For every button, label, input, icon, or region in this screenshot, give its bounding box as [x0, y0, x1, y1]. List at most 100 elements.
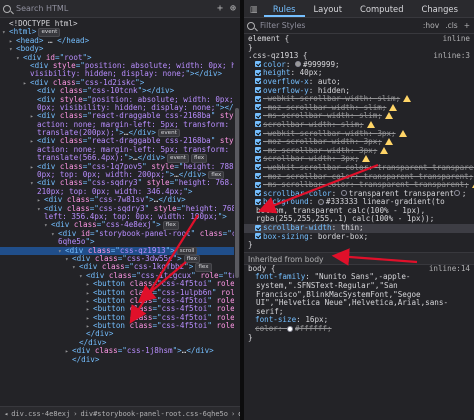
declaration-checkbox[interactable] [255, 87, 261, 94]
node-text: … [43, 35, 58, 45]
rule-source[interactable]: inline:14 [429, 264, 470, 274]
element-rule: element { inline [244, 34, 474, 44]
tag-text: "> [217, 211, 227, 221]
attr-value: storybook-panel-root [99, 228, 191, 238]
warning-icon[interactable] [384, 138, 393, 146]
attr-name: class [129, 321, 153, 331]
tree-node[interactable]: ▸<button class="css-4f5toi" role="tab">e… [0, 321, 240, 331]
filter-styles: Filter Styles :hov .cls + [244, 18, 474, 34]
property-value[interactable]: #ffffff [295, 324, 327, 333]
tag-text: </div> [186, 346, 214, 356]
scroll-thumb[interactable] [235, 108, 239, 278]
filter-styles-input[interactable]: Filter Styles [260, 21, 305, 30]
tree-node[interactable]: </div> [0, 354, 240, 364]
declaration-checkbox[interactable] [255, 233, 261, 240]
filter-cls-button[interactable]: .cls [445, 21, 458, 30]
declaration-checkbox[interactable] [255, 181, 261, 188]
tree-node[interactable]: ▾<div id="storybook-panel-root" class="c… [0, 228, 240, 238]
semicolon: ; [327, 324, 332, 333]
attr-value: css-1j8hsm [126, 346, 173, 356]
tab-layout[interactable]: Layout [305, 0, 351, 17]
declaration-checkbox[interactable] [255, 112, 261, 119]
tab-fonts[interactable]: Fonts [467, 0, 474, 17]
property-value[interactable]: 3px [359, 146, 373, 155]
sidebar-tabs: ▥ RulesLayoutComputedChangesFonts [244, 0, 474, 18]
tag-text: =" [117, 346, 127, 356]
tab-computed[interactable]: Computed [351, 0, 413, 17]
warning-icon[interactable] [398, 129, 407, 137]
declaration-checkbox[interactable] [255, 95, 261, 102]
color-swatch[interactable] [453, 190, 460, 197]
declaration-checkbox[interactable] [255, 173, 261, 179]
breadcrumb-item[interactable]: div.css-4e8exj [11, 410, 70, 418]
color-swatch[interactable] [287, 325, 294, 332]
declaration-checkbox[interactable] [255, 164, 261, 171]
rule-source[interactable]: inline:3 [433, 52, 470, 61]
inspector-panel: Search HTML + ⊕ <!DOCTYPE html> ▾ <html> ev… [0, 0, 240, 420]
add-node-icon[interactable]: + [217, 3, 223, 14]
semicolon: ; [381, 102, 387, 112]
warning-icon[interactable] [403, 95, 412, 103]
warning-icon[interactable] [366, 120, 375, 128]
attr-value: css-4f5toi [161, 321, 208, 331]
declaration[interactable]: color: #ffffff; [244, 324, 474, 334]
tag-text: " [190, 228, 200, 238]
breadcrumb-item[interactable]: div#storybook-panel-root.css-6qhe5o [80, 410, 228, 418]
declaration-checkbox[interactable] [255, 190, 261, 197]
breadcrumb-back-icon[interactable]: ◂ [4, 410, 8, 418]
declaration-checkbox[interactable] [255, 198, 261, 205]
inherited-header: Inherited from body [244, 251, 474, 265]
semicolon: ; [377, 111, 382, 121]
semicolon: ; [395, 94, 401, 104]
tag-text: </head> [57, 35, 90, 45]
property-value: UI","Helvetica Neue",Helvetica,Arial,san… [256, 298, 449, 308]
breadcrumb-separator-icon: › [73, 409, 78, 418]
semicolon: ; [468, 171, 474, 181]
warning-icon[interactable] [389, 103, 398, 111]
declaration-checkbox[interactable] [255, 69, 261, 76]
warning-icon[interactable] [380, 146, 389, 154]
declaration-checkbox[interactable] [255, 78, 261, 85]
tag-text: "></div> [185, 69, 223, 79]
breadcrumb-separator-icon: › [230, 409, 236, 418]
color-swatch[interactable] [317, 198, 324, 205]
declaration-checkbox[interactable] [255, 147, 261, 154]
semicolon: ; [335, 59, 340, 69]
attr-name: role [216, 321, 235, 331]
declaration[interactable]: box-sizing: border-box; [244, 232, 474, 242]
rule-source[interactable]: inline [443, 34, 470, 44]
rule-selector[interactable]: element { [248, 34, 289, 43]
color-swatch[interactable] [340, 190, 347, 197]
rules-list: element {inline} .css-qz1913 {inline:3 col… [244, 34, 474, 343]
declaration-checkbox[interactable] [255, 138, 261, 145]
color-swatch[interactable] [295, 61, 302, 68]
property-name[interactable]: box-sizing [263, 232, 309, 241]
declaration-checkbox[interactable] [255, 121, 261, 128]
tab-changes[interactable]: Changes [413, 0, 467, 17]
tab-rules[interactable]: Rules [263, 0, 305, 17]
toggle-panel-icon[interactable]: ▥ [244, 0, 264, 17]
inspector-toolbar: Search HTML + ⊕ [0, 0, 240, 18]
tag-text: </div> [72, 354, 100, 364]
rule-close: } [248, 240, 253, 250]
attr-name: class [199, 228, 223, 238]
declaration-checkbox[interactable] [255, 224, 261, 231]
declaration-checkbox[interactable] [255, 61, 261, 68]
tree-node[interactable]: ▸ <div class="css-1j8hsm">…</div> [0, 346, 240, 356]
element-picker-icon[interactable]: ⊕ [230, 3, 236, 14]
filter-icon [247, 21, 255, 30]
tag-text: =" [222, 228, 232, 238]
semicolon: ; [391, 128, 396, 138]
declaration-checkbox[interactable] [255, 130, 261, 137]
search-html-input[interactable]: Search HTML [16, 4, 68, 13]
filter-hov-button[interactable]: :hov [423, 21, 439, 30]
property-name[interactable]: color [255, 324, 278, 333]
warning-icon[interactable] [384, 112, 393, 120]
declaration-checkbox[interactable] [255, 155, 261, 162]
property-value[interactable]: border-box [318, 232, 364, 241]
warning-icon[interactable] [362, 155, 371, 163]
semicolon: ; [377, 137, 382, 147]
add-rule-button[interactable]: + [464, 21, 470, 30]
tree-node[interactable]: </div> [0, 330, 240, 338]
declaration-checkbox[interactable] [255, 104, 261, 111]
